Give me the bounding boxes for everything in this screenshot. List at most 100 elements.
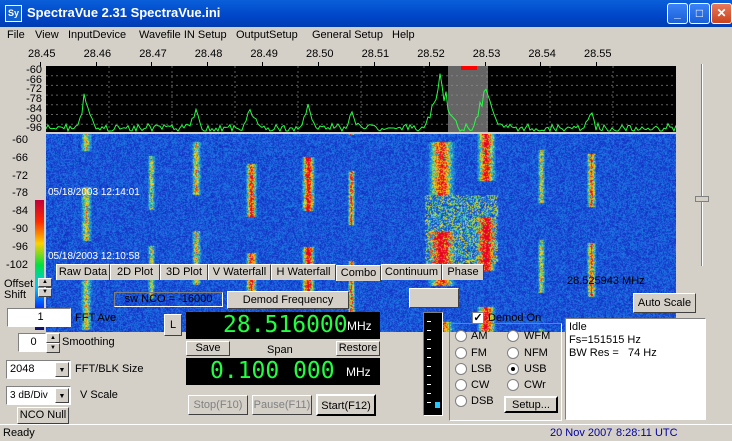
radio-am[interactable] <box>455 330 467 342</box>
waterfall-db-label: -60 <box>12 134 28 146</box>
info-bw-res: BW Res = 74 Hz <box>569 347 657 359</box>
shift-label: Shift <box>4 289 27 301</box>
meter-level-indicator <box>435 402 440 408</box>
menu-outputsetup[interactable]: OutputSetup <box>236 29 298 41</box>
radio-fm[interactable] <box>455 347 467 359</box>
info-sample-rate: Fs=151515 Hz <box>569 334 641 346</box>
status-bar: Ready 20 Nov 2007 8:28:11 UTC <box>0 424 732 441</box>
fft-blk-size-label: FFT/BLK Size <box>75 363 144 375</box>
cursor-frequency: 28.525943 MHz <box>567 275 645 287</box>
restore-button[interactable]: Restore <box>336 341 380 356</box>
stop-button[interactable]: Stop(F10) <box>188 395 248 415</box>
radio-nfm[interactable] <box>507 347 519 359</box>
tab-h-waterfall[interactable]: H Waterfall <box>271 264 336 280</box>
close-icon[interactable]: ✕ <box>711 3 732 24</box>
tab-2d-plot[interactable]: 2D Plot <box>110 264 160 280</box>
menu-help[interactable]: Help <box>392 29 415 41</box>
radio-wfm[interactable] <box>507 330 519 342</box>
tab-3d-plot[interactable]: 3D Plot <box>160 264 208 280</box>
fft-blk-size-value: 2048 <box>10 363 35 375</box>
span-label: Span <box>267 344 293 356</box>
chevron-down-icon[interactable]: ▼ <box>55 362 69 377</box>
meter-tick <box>427 357 431 358</box>
tab-combo[interactable]: Combo <box>336 265 381 281</box>
menu-inputdevice[interactable]: InputDevice <box>68 29 126 41</box>
waterfall-db-label: -84 <box>12 205 28 218</box>
mode-cwr-label: CWr <box>524 379 546 391</box>
meter-tick <box>427 393 431 394</box>
mode-am-label: AM <box>471 330 488 342</box>
fft-ave-field[interactable]: 1 <box>7 308 71 327</box>
freq-tick-label: 28.48 <box>194 48 223 60</box>
blank-button[interactable] <box>409 288 459 308</box>
waterfall-db-label: -96 <box>12 240 28 253</box>
freq-tick-label: 28.52 <box>417 48 445 60</box>
radio-lsb[interactable] <box>455 363 467 375</box>
nco-null-button[interactable]: NCO Null <box>17 407 69 424</box>
chevron-down-icon[interactable]: ▼ <box>55 388 69 403</box>
spectrum-plot[interactable] <box>46 66 676 132</box>
vertical-slider[interactable] <box>694 64 710 266</box>
smoothing-label: Smoothing <box>62 336 115 348</box>
maximize-icon[interactable]: □ <box>689 3 710 24</box>
mode-nfm-label: NFM <box>524 347 548 359</box>
auto-scale-button[interactable]: Auto Scale <box>633 293 696 313</box>
spectrum-panel: -60 -66 -72 -78 -84 -90 -96 -60 -66 -72 -78 -84 -90… <box>0 64 690 332</box>
pause-button[interactable]: Pause(F11) <box>252 395 312 415</box>
tab-raw-data[interactable]: Raw Data <box>56 264 110 280</box>
menu-wavefile-in-setup[interactable]: Wavefile IN Setup <box>139 29 227 41</box>
waterfall-db-label: -78 <box>12 187 28 200</box>
tab-v-waterfall[interactable]: V Waterfall <box>208 264 271 280</box>
meter-tick <box>427 375 431 376</box>
smoothing-field[interactable]: 0 <box>18 333 46 352</box>
v-scale-select[interactable]: 3 dB/Div ▼ <box>6 386 71 405</box>
waterfall-db-label: -90 <box>12 223 28 235</box>
mode-fm-label: FM <box>471 347 487 359</box>
waterfall-db-label: -66 <box>12 151 28 164</box>
meter-tick <box>427 330 431 331</box>
freq-tick-label: 28.45 <box>28 48 56 60</box>
tab-phase[interactable]: Phase <box>442 264 484 280</box>
smoothing-down-arrow-icon[interactable]: ▼ <box>46 343 60 353</box>
waterfall-db-label: -102 <box>5 258 28 271</box>
spectrum-db-label: -96 <box>26 122 42 135</box>
freq-tick-label: 28.49 <box>250 48 278 60</box>
status-info-box: Idle Fs=151515 Hz BW Res = 74 Hz <box>565 318 706 420</box>
center-frequency-display[interactable]: 28.516000 MHz <box>186 312 380 339</box>
l-button[interactable]: L <box>164 314 182 336</box>
v-scale-value: 3 dB/Div <box>10 390 48 401</box>
mode-dsb-label: DSB <box>471 395 494 407</box>
radio-cwr[interactable] <box>507 379 519 391</box>
setup-button[interactable]: Setup... <box>504 396 558 413</box>
fft-blk-size-select[interactable]: 2048 ▼ <box>6 360 71 379</box>
save-button[interactable]: Save <box>186 341 230 356</box>
demod-frequency-button[interactable]: Demod Frequency <box>227 291 349 309</box>
start-button[interactable]: Start(F12) <box>316 394 376 416</box>
offset-down-arrow-icon[interactable]: ▼ <box>38 288 52 297</box>
mode-usb-label: USB <box>524 363 547 375</box>
app-window: Sy SpectraVue 2.31 SpectraVue.ini _ □ ✕ … <box>0 0 732 441</box>
menu-general-setup[interactable]: General Setup <box>312 29 383 41</box>
smoothing-up-arrow-icon[interactable]: ▲ <box>46 333 60 343</box>
menu-view[interactable]: View <box>35 29 59 41</box>
info-state: Idle <box>569 321 587 333</box>
meter-tick <box>427 384 431 385</box>
meter-tick <box>427 321 431 322</box>
span-frequency-display[interactable]: 0.100 000 MHz <box>186 358 380 385</box>
window-title: SpectraVue 2.31 SpectraVue.ini <box>27 5 221 20</box>
slider-thumb[interactable] <box>695 196 709 202</box>
freq-tick-label: 28.53 <box>472 48 501 60</box>
waterfall-timestamp-bottom: 05/18/2003 12:10:58 <box>48 251 140 262</box>
radio-cw[interactable] <box>455 379 467 391</box>
span-frequency-value: 0.100 000 <box>210 358 335 384</box>
center-frequency-value: 28.516000 <box>223 312 348 338</box>
offset-up-arrow-icon[interactable]: ▲ <box>38 278 52 287</box>
waterfall-db-label: -72 <box>12 169 28 182</box>
radio-usb[interactable] <box>507 363 519 375</box>
title-bar[interactable]: Sy SpectraVue 2.31 SpectraVue.ini _ □ ✕ <box>0 0 732 27</box>
radio-dsb[interactable] <box>455 395 467 407</box>
minimize-icon[interactable]: _ <box>667 3 688 24</box>
tab-continuum[interactable]: Continuum <box>381 264 442 280</box>
freq-tick-label: 28.54 <box>528 48 556 60</box>
menu-file[interactable]: File <box>7 29 25 41</box>
